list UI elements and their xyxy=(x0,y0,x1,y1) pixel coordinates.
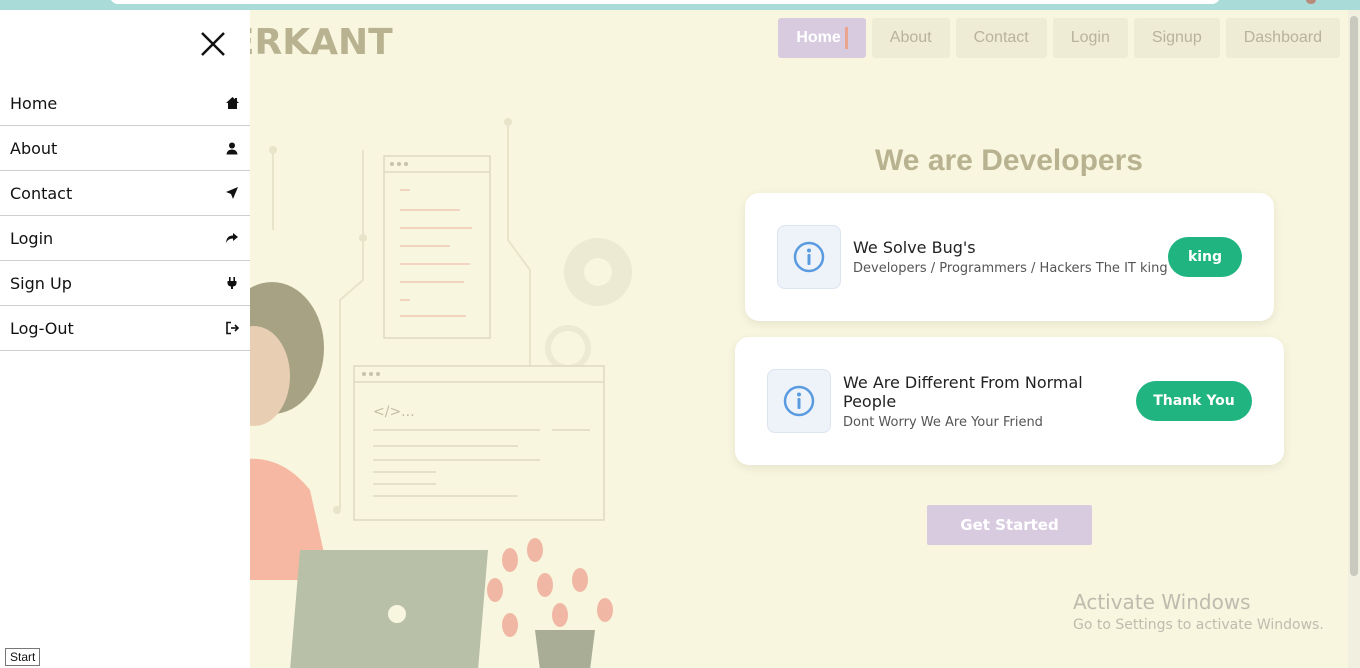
home-icon xyxy=(224,95,240,111)
sidebar-item-label: Contact xyxy=(10,183,73,203)
nav-about-button[interactable]: About xyxy=(871,18,950,58)
close-icon[interactable] xyxy=(195,26,231,62)
developer-illustration: </>... xyxy=(240,118,632,668)
gear-icon xyxy=(564,238,632,306)
address-bar[interactable] xyxy=(110,0,1220,4)
scrollbar-thumb[interactable] xyxy=(1350,16,1358,576)
sidebar-item-logout[interactable]: Log-Out xyxy=(0,306,250,351)
sidebar-item-label: About xyxy=(10,138,58,158)
plug-icon xyxy=(224,275,240,291)
get-started-button[interactable]: Get Started xyxy=(927,505,1092,545)
nav-home-label: Home xyxy=(796,29,841,46)
sidebar-item-contact[interactable]: Contact xyxy=(0,171,250,216)
card-title: We Are Different From Normal People xyxy=(843,372,1083,411)
sidebar-item-signup[interactable]: Sign Up xyxy=(0,261,250,306)
side-menu-list: Home About Contact Login Sign Up Log-Out xyxy=(0,81,250,351)
watermark-title: Activate Windows xyxy=(1073,590,1251,614)
activate-windows-watermark: Activate Windows Go to Settings to activ… xyxy=(1073,590,1324,633)
sidebar-item-about[interactable]: About xyxy=(0,126,250,171)
nav-signup-button[interactable]: Signup xyxy=(1133,18,1220,58)
card-subtitle: Dont Worry We Are Your Friend xyxy=(843,414,1043,430)
card-subtitle: Developers / Programmers / Hackers The I… xyxy=(853,261,1168,276)
top-nav: Home About Contact Login Signup Dashboar… xyxy=(778,18,1340,58)
send-icon xyxy=(224,185,240,201)
nav-contact-button[interactable]: Contact xyxy=(955,18,1047,58)
sidebar-item-label: Log-Out xyxy=(10,318,74,338)
page-scrollbar[interactable] xyxy=(1348,10,1360,668)
nav-home-button[interactable]: Home xyxy=(778,18,866,58)
side-menu: Home About Contact Login Sign Up Log-Out xyxy=(0,10,250,668)
code-tag-text: </>... xyxy=(373,404,415,420)
profile-avatar[interactable] xyxy=(1306,0,1316,4)
card-title: We Solve Bug's xyxy=(853,238,976,257)
feature-card: We Solve Bug's Developers / Programmers … xyxy=(745,193,1274,321)
start-tooltip: Start xyxy=(5,648,41,666)
sidebar-item-home[interactable]: Home xyxy=(0,81,250,126)
sidebar-item-login[interactable]: Login xyxy=(0,216,250,261)
sidebar-item-label: Sign Up xyxy=(10,273,72,293)
watermark-subtitle: Go to Settings to activate Windows. xyxy=(1073,617,1324,633)
nav-login-button[interactable]: Login xyxy=(1052,18,1128,58)
sidebar-item-label: Login xyxy=(10,228,54,248)
info-icon xyxy=(777,225,841,289)
text-cursor-mark xyxy=(844,27,848,49)
user-icon xyxy=(224,140,240,156)
info-icon xyxy=(767,369,831,433)
browser-top-strip xyxy=(0,0,1360,10)
feature-card: We Are Different From Normal People Dont… xyxy=(735,337,1284,465)
thank-you-button[interactable]: Thank You xyxy=(1136,381,1252,421)
sidebar-item-label: Home xyxy=(10,93,58,113)
hero-title: We are Developers xyxy=(875,144,1143,177)
share-arrow-icon xyxy=(224,230,240,246)
logout-icon xyxy=(224,320,240,336)
king-button[interactable]: king xyxy=(1168,237,1242,277)
nav-dashboard-button[interactable]: Dashboard xyxy=(1225,18,1340,58)
